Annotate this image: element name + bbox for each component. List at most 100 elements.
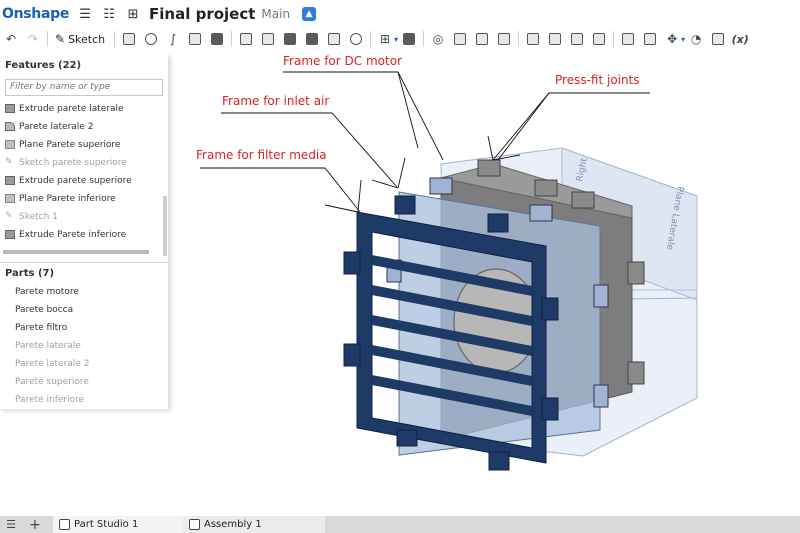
variables-label: (x) <box>731 32 749 46</box>
transform-icon[interactable] <box>473 30 491 48</box>
plane-icon <box>5 194 15 203</box>
feature-label: Extrude parete laterale <box>19 103 124 114</box>
part-item[interactable]: Parete inferiore <box>0 391 168 409</box>
toolbar-divider <box>47 31 48 47</box>
feature-toolbar: ↶ ↷ ✎ Sketch ∫ ⊞ ▾ ◎ ✥ ▾ ◔ (x) <box>0 28 800 50</box>
toolbar-divider <box>370 31 372 47</box>
education-badge-icon[interactable]: ▲ <box>302 7 317 21</box>
list-icon[interactable]: ☷ <box>101 6 117 22</box>
extrude-icon <box>5 104 15 113</box>
extrude-icon[interactable] <box>120 30 138 48</box>
wrap-icon[interactable] <box>524 30 542 48</box>
annotation-press-fit: Press-fit joints <box>555 73 640 87</box>
plane-icon <box>5 140 15 149</box>
annotation-inlet-air: Frame for inlet air <box>222 94 330 108</box>
feature-item[interactable]: Extrude parete laterale <box>0 100 168 118</box>
menu-icon[interactable]: ☰ <box>77 6 93 22</box>
feature-label: Parete laterale 2 <box>19 121 94 132</box>
chevron-down-icon[interactable]: ▾ <box>394 35 398 44</box>
redo-icon[interactable]: ↷ <box>24 30 42 48</box>
variable-icon[interactable] <box>619 30 637 48</box>
document-title[interactable]: Final project <box>149 5 255 23</box>
assembly-icon <box>189 519 200 530</box>
annotation-dc-motor: Frame for DC motor <box>283 54 402 68</box>
tab-bar: ☰ + Part Studio 1 Assembly 1 <box>0 516 800 533</box>
part-studio-icon <box>59 519 70 530</box>
variables-button[interactable]: (x) <box>731 30 749 48</box>
draft-icon[interactable] <box>281 30 299 48</box>
tab-list-icon[interactable]: ☰ <box>3 518 19 531</box>
pencil-icon: ✎ <box>55 32 66 46</box>
offset-surface-icon[interactable] <box>590 30 608 48</box>
part-item[interactable]: Parete superiore <box>0 373 168 391</box>
feature-label: Plane Parete superiore <box>19 139 121 150</box>
feature-filter-input[interactable] <box>5 78 163 96</box>
custom-feature-icon[interactable] <box>709 30 727 48</box>
feature-item[interactable]: Plane Parete inferiore <box>0 190 168 208</box>
features-header[interactable]: Features (22) <box>0 55 168 74</box>
feature-item[interactable]: Extrude Parete inferiore <box>0 226 168 244</box>
sketch-button[interactable]: ✎ Sketch <box>51 32 109 46</box>
feature-item[interactable]: Extrude parete superiore <box>0 172 168 190</box>
pattern-icon[interactable]: ⊞ <box>376 30 394 48</box>
hole-icon[interactable] <box>347 30 365 48</box>
mirror-icon[interactable] <box>400 30 418 48</box>
replace-face-icon[interactable] <box>568 30 586 48</box>
sweep-icon[interactable]: ∫ <box>164 30 182 48</box>
split-icon[interactable] <box>451 30 469 48</box>
feature-item[interactable]: ✎ Sketch 1 <box>0 208 168 226</box>
tree-add-icon[interactable]: ⊞ <box>125 6 141 22</box>
loft-icon[interactable] <box>186 30 204 48</box>
fillet-icon[interactable] <box>237 30 255 48</box>
feature-item[interactable]: Parete laterale 2 <box>0 118 168 136</box>
plane-icon[interactable] <box>641 30 659 48</box>
parts-header[interactable]: Parts (7) <box>0 263 168 283</box>
undo-icon[interactable]: ↶ <box>2 30 20 48</box>
add-tab-icon[interactable]: + <box>27 517 43 533</box>
toolbar-divider <box>518 31 520 47</box>
toolbar-divider <box>613 31 615 47</box>
measure-icon[interactable]: ◔ <box>687 30 705 48</box>
revolve-icon[interactable] <box>142 30 160 48</box>
part-item[interactable]: Parete laterale 2 <box>0 355 168 373</box>
sketch-icon: ✎ <box>5 157 13 167</box>
tab-assembly-label: Assembly 1 <box>204 519 262 530</box>
feature-label: Plane Parete inferiore <box>19 193 116 204</box>
vertical-scrollbar[interactable] <box>163 196 167 256</box>
feature-item[interactable]: ✎ Sketch parete superiore <box>0 154 168 172</box>
part-item[interactable]: Parete laterale <box>0 337 168 355</box>
part-item[interactable]: Parete filtro <box>0 319 168 337</box>
tab-part-studio-label: Part Studio 1 <box>74 519 139 530</box>
app-header: Onshape ☰ ☷ ⊞ Final project Main ▲ <box>0 0 800 28</box>
toolbar-divider <box>231 31 233 47</box>
rib-icon[interactable] <box>303 30 321 48</box>
chamfer-icon[interactable] <box>259 30 277 48</box>
onshape-window: Right Plane Laterale Onshape ☰ ☷ ⊞ Final… <box>0 0 800 533</box>
thicken-icon[interactable] <box>208 30 226 48</box>
feature-label: Extrude parete superiore <box>19 175 132 186</box>
tab-part-studio[interactable]: Part Studio 1 <box>53 516 183 533</box>
branch-label[interactable]: Main <box>261 7 290 21</box>
part-item[interactable]: Parete motore <box>0 283 168 301</box>
part-item[interactable]: Parete bocca <box>0 301 168 319</box>
boolean-icon[interactable]: ◎ <box>429 30 447 48</box>
tab-assembly[interactable]: Assembly 1 <box>183 516 325 533</box>
mate-connector-icon[interactable]: ✥ <box>663 30 681 48</box>
sketch-icon: ✎ <box>5 211 13 221</box>
onshape-logo[interactable]: Onshape <box>2 6 69 22</box>
shell-icon[interactable] <box>325 30 343 48</box>
annotation-filter-media: Frame for filter media <box>196 148 327 162</box>
delete-part-icon[interactable] <box>495 30 513 48</box>
shell-icon <box>5 122 15 131</box>
extrude-icon <box>5 230 15 239</box>
feature-label: Sketch 1 <box>19 211 58 222</box>
toolbar-divider <box>114 31 116 47</box>
move-face-icon[interactable] <box>546 30 564 48</box>
feature-label: Sketch parete superiore <box>19 157 127 168</box>
sketch-button-label: Sketch <box>68 32 106 46</box>
feature-item[interactable]: Plane Parete superiore <box>0 136 168 154</box>
chevron-down-icon[interactable]: ▾ <box>681 35 685 44</box>
horizontal-scrollbar[interactable] <box>3 249 149 254</box>
toolbar-divider <box>423 31 425 47</box>
feature-list-panel: Features (22) Extrude parete laterale Pa… <box>0 55 169 409</box>
